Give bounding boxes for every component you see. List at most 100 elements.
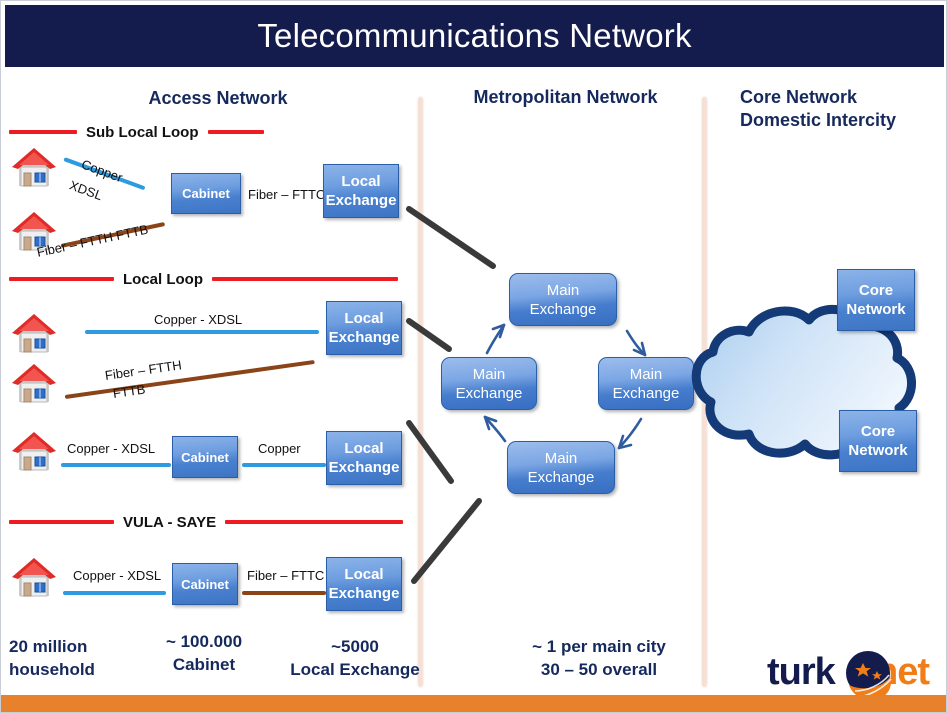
main-exchange-line2: Exchange (612, 384, 680, 402)
cable-label-copper-xdsl-4: Copper - XDSL (73, 568, 162, 583)
section-header-metro: Metropolitan Network (473, 87, 658, 107)
stat-metro-line2: 30 – 50 overall (540, 660, 658, 679)
footer-accent-bar (1, 695, 946, 712)
separator-label: VULA - SAYE (123, 513, 217, 531)
cable-label-fttb-2: FTTB (111, 381, 147, 401)
main-exchange-box-top[interactable]: Main Exchange (509, 273, 617, 326)
ring-arrowhead-left-top (491, 323, 506, 339)
section-header-core-line2: Domestic Intercity (740, 110, 897, 130)
stat-local-exchange-line1: ~5000 (331, 637, 379, 656)
separator-rule-right (207, 130, 264, 134)
core-network-box-bottom[interactable]: Core Network (839, 410, 917, 472)
stat-cabinet: ~ 100.000 Cabinet (139, 630, 269, 676)
cable-copper-xdsl-3 (61, 463, 171, 467)
main-exchange-box-right[interactable]: Main Exchange (598, 357, 694, 410)
cabinet-box-1[interactable]: Cabinet (171, 173, 241, 214)
stat-cabinet-line1: ~ 100.000 (165, 632, 243, 651)
cabinet-box-label: Cabinet (182, 186, 230, 201)
stat-household-line2: household (9, 660, 95, 679)
cabinet-box-3[interactable]: Cabinet (172, 563, 238, 605)
local-exchange-line1: Local (344, 310, 384, 327)
separator-rule-left (9, 520, 114, 524)
main-exchange-line2: Exchange (455, 384, 523, 402)
cabinet-box-label: Cabinet (181, 449, 229, 465)
local-exchange-box-3[interactable]: Local Exchange (326, 431, 402, 485)
separator-rule-right (212, 277, 398, 281)
section-header-core-line1: Core Network (740, 87, 858, 107)
core-network-line1: Core (858, 282, 894, 299)
separator-local-loop: Local Loop (9, 269, 419, 289)
stat-household-line1: 20 million (9, 637, 88, 656)
cable-copper-xdsl-4 (63, 591, 166, 595)
core-network-line2: Network (848, 442, 908, 459)
connector-le2-to-metro (406, 318, 452, 352)
house-icon (11, 557, 57, 599)
local-exchange-line1: Local (344, 566, 384, 583)
logo-word-turk: turk (767, 651, 836, 693)
ring-arrow-bottom-left (483, 415, 507, 443)
stat-metro: ~ 1 per main city 30 – 50 overall (499, 635, 699, 681)
main-exchange-line2: Exchange (527, 468, 595, 486)
main-exchange-box-bottom[interactable]: Main Exchange (507, 441, 615, 494)
stat-local-exchange: ~5000 Local Exchange (279, 635, 431, 681)
divider-access-metro (418, 97, 423, 687)
main-exchange-line2: Exchange (529, 300, 597, 318)
cable-label-fiber-fttc-2: Fiber – FTTC (247, 568, 325, 583)
main-exchange-line1: Main (544, 449, 578, 467)
stat-household: 20 million household (9, 635, 135, 681)
local-exchange-line2: Exchange (328, 459, 400, 476)
ring-arrow-left-top (485, 323, 506, 355)
house-icon (11, 363, 57, 405)
house-icon (11, 313, 57, 355)
cabinet-box-label: Cabinet (181, 576, 229, 592)
stat-local-exchange-line2: Local Exchange (290, 660, 420, 679)
cable-label-fiber-fttc-1: Fiber – FTTC (248, 187, 326, 202)
main-exchange-line1: Main (629, 365, 663, 383)
separator-label: Local Loop (123, 270, 203, 288)
cable-fiber-ftth-fttb-2 (64, 359, 315, 399)
core-network-line2: Network (846, 301, 906, 318)
cable-copper-xdsl-2 (85, 330, 319, 334)
local-exchange-line2: Exchange (325, 192, 397, 209)
ring-arrow-right-bottom (617, 417, 643, 450)
section-header-core: Core Network Domestic Intercity (740, 86, 940, 132)
local-exchange-line1: Local (344, 440, 384, 457)
connector-le3-to-metro (406, 420, 454, 484)
separator-rule-right (225, 520, 404, 524)
separator-rule-left (9, 277, 114, 281)
local-exchange-line1: Local (341, 173, 381, 190)
cable-label-copper-xdsl-2: Copper - XDSL (154, 312, 243, 327)
cable-fiber-fttc-2 (242, 591, 326, 595)
cable-copper-3 (242, 463, 326, 467)
stat-cabinet-line2: Cabinet (172, 655, 236, 674)
ring-arrow-top-right (625, 329, 647, 357)
main-exchange-line1: Main (472, 365, 506, 383)
local-exchange-box-1[interactable]: Local Exchange (323, 164, 399, 218)
house-icon (11, 147, 57, 189)
cabinet-box-2[interactable]: Cabinet (172, 436, 238, 478)
ring-arrowhead-bottom-left (483, 415, 498, 431)
house-icon (11, 431, 57, 473)
core-network-line1: Core (860, 423, 896, 440)
separator-vula-saye: VULA - SAYE (9, 512, 419, 532)
separator-sub-local-loop: Sub Local Loop (9, 122, 419, 142)
ring-arrowhead-right-bottom (617, 434, 633, 450)
turknet-logo[interactable]: turk net (767, 651, 939, 701)
stat-metro-line1: ~ 1 per main city (532, 637, 666, 656)
local-exchange-line2: Exchange (328, 329, 400, 346)
core-network-box-top[interactable]: Core Network (837, 269, 915, 331)
section-header-access: Access Network (148, 88, 288, 108)
cable-label-copper-3: Copper (258, 441, 301, 456)
local-exchange-box-4[interactable]: Local Exchange (326, 557, 402, 611)
main-exchange-box-left[interactable]: Main Exchange (441, 357, 537, 410)
main-exchange-line1: Main (546, 281, 580, 299)
slide-title-bar: Telecommunications Network (5, 5, 944, 67)
separator-rule-left (9, 130, 77, 134)
ring-arrowhead-top-right (632, 341, 647, 357)
cable-label-copper-1: Copper (79, 156, 125, 186)
local-exchange-box-2[interactable]: Local Exchange (326, 301, 402, 355)
cable-label-xdsl-1: XDSL (67, 177, 105, 204)
connector-le4-to-metro (411, 498, 482, 584)
slide-canvas: Telecommunications Network Access Networ… (0, 0, 947, 713)
page-title: Telecommunications Network (257, 17, 692, 54)
